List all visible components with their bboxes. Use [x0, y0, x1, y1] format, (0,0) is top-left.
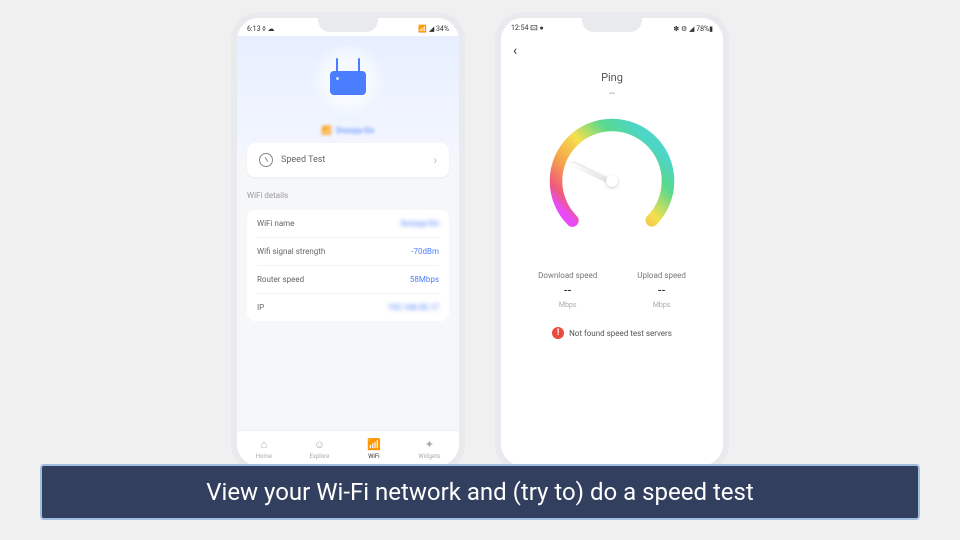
download-unit: Mbps [559, 301, 577, 309]
wifi-details-title: WiFi details [247, 191, 449, 200]
phone-speed-test-view: 12:54 🖾 ● ✽ ⚙ ◢ 78%▮ ‹ Ping -- [495, 12, 729, 472]
status-left: 12:54 🖾 ● [511, 24, 544, 35]
bottom-nav: ⌂ Home ☺ Explore 📶 WiFi ✦ Widgets [237, 430, 459, 466]
wifi-icon: 📶 [367, 437, 381, 451]
detail-value: -70dBm [411, 247, 439, 256]
ping-title: Ping [601, 71, 623, 84]
error-icon: ! [552, 327, 564, 339]
speed-gauge [542, 111, 682, 251]
chevron-right-icon: › [433, 153, 437, 167]
upload-label: Upload speed [637, 271, 686, 280]
nav-home[interactable]: ⌂ Home [256, 437, 272, 460]
detail-row-ip[interactable]: IP 192.168.00.17 [257, 294, 439, 321]
wifi-ssid-row: 📶 Snoopy-Do [322, 126, 375, 135]
wifi-icon: 📶 [322, 126, 332, 135]
detail-row-signal[interactable]: Wifi signal strength -70dBm [257, 238, 439, 266]
download-value: -- [564, 284, 571, 297]
nav-explore[interactable]: ☺ Explore [310, 437, 330, 460]
wifi-hero: 📶 Snoopy-Do [237, 36, 459, 153]
status-right: ✽ ⚙ ◢ 78%▮ [673, 25, 713, 33]
status-right: 📶 ◢ 34% [418, 25, 449, 33]
detail-label: IP [257, 303, 264, 312]
upload-unit: Mbps [653, 301, 671, 309]
nav-label: WiFi [368, 453, 380, 460]
detail-value: 58Mbps [410, 275, 439, 284]
phone-notch [318, 12, 378, 32]
home-icon: ⌂ [257, 437, 271, 451]
router-illustration [311, 46, 385, 120]
error-text: Not found speed test servers [569, 329, 672, 338]
detail-label: Wifi signal strength [257, 247, 325, 256]
detail-label: WiFi name [257, 219, 294, 228]
speed-test-button[interactable]: Speed Test › [247, 143, 449, 177]
wifi-ssid-text: Snoopy-Do [336, 126, 375, 135]
nav-label: Explore [310, 453, 330, 460]
speed-test-label: Speed Test [281, 155, 325, 165]
download-speed-block: Download speed -- Mbps [538, 271, 597, 309]
ping-value: -- [609, 88, 615, 99]
detail-label: Router speed [257, 275, 304, 284]
upload-speed-block: Upload speed -- Mbps [637, 271, 686, 309]
detail-value: 192.168.00.17 [388, 303, 439, 312]
wifi-details-card: WiFi name Snoopy-Do Wifi signal strength… [247, 210, 449, 321]
nav-label: Widgets [418, 453, 440, 460]
caption-bar: View your Wi-Fi network and (try to) do … [40, 464, 920, 520]
detail-row-wifi-name[interactable]: WiFi name Snoopy-Do [257, 210, 439, 238]
phone-notch [582, 12, 642, 32]
detail-value: Snoopy-Do [400, 219, 439, 228]
detail-row-router-speed[interactable]: Router speed 58Mbps [257, 266, 439, 294]
nav-widgets[interactable]: ✦ Widgets [418, 437, 440, 460]
back-button[interactable]: ‹ [513, 43, 517, 59]
phone-wifi-view: 6:13 ◊ ☁ 📶 ◢ 34% 📶 Snoopy-Do Speed Test … [231, 12, 465, 472]
widgets-icon: ✦ [422, 437, 436, 451]
gauge-hub [606, 175, 618, 187]
upload-value: -- [658, 284, 665, 297]
explore-icon: ☺ [312, 437, 326, 451]
nav-label: Home [256, 453, 272, 460]
gauge-icon [259, 153, 273, 167]
nav-wifi[interactable]: 📶 WiFi [367, 437, 381, 460]
speed-readouts: Download speed -- Mbps Upload speed -- M… [538, 271, 686, 309]
error-message: ! Not found speed test servers [552, 327, 672, 339]
download-label: Download speed [538, 271, 597, 280]
status-left: 6:13 ◊ ☁ [247, 25, 275, 33]
router-icon [330, 71, 366, 95]
